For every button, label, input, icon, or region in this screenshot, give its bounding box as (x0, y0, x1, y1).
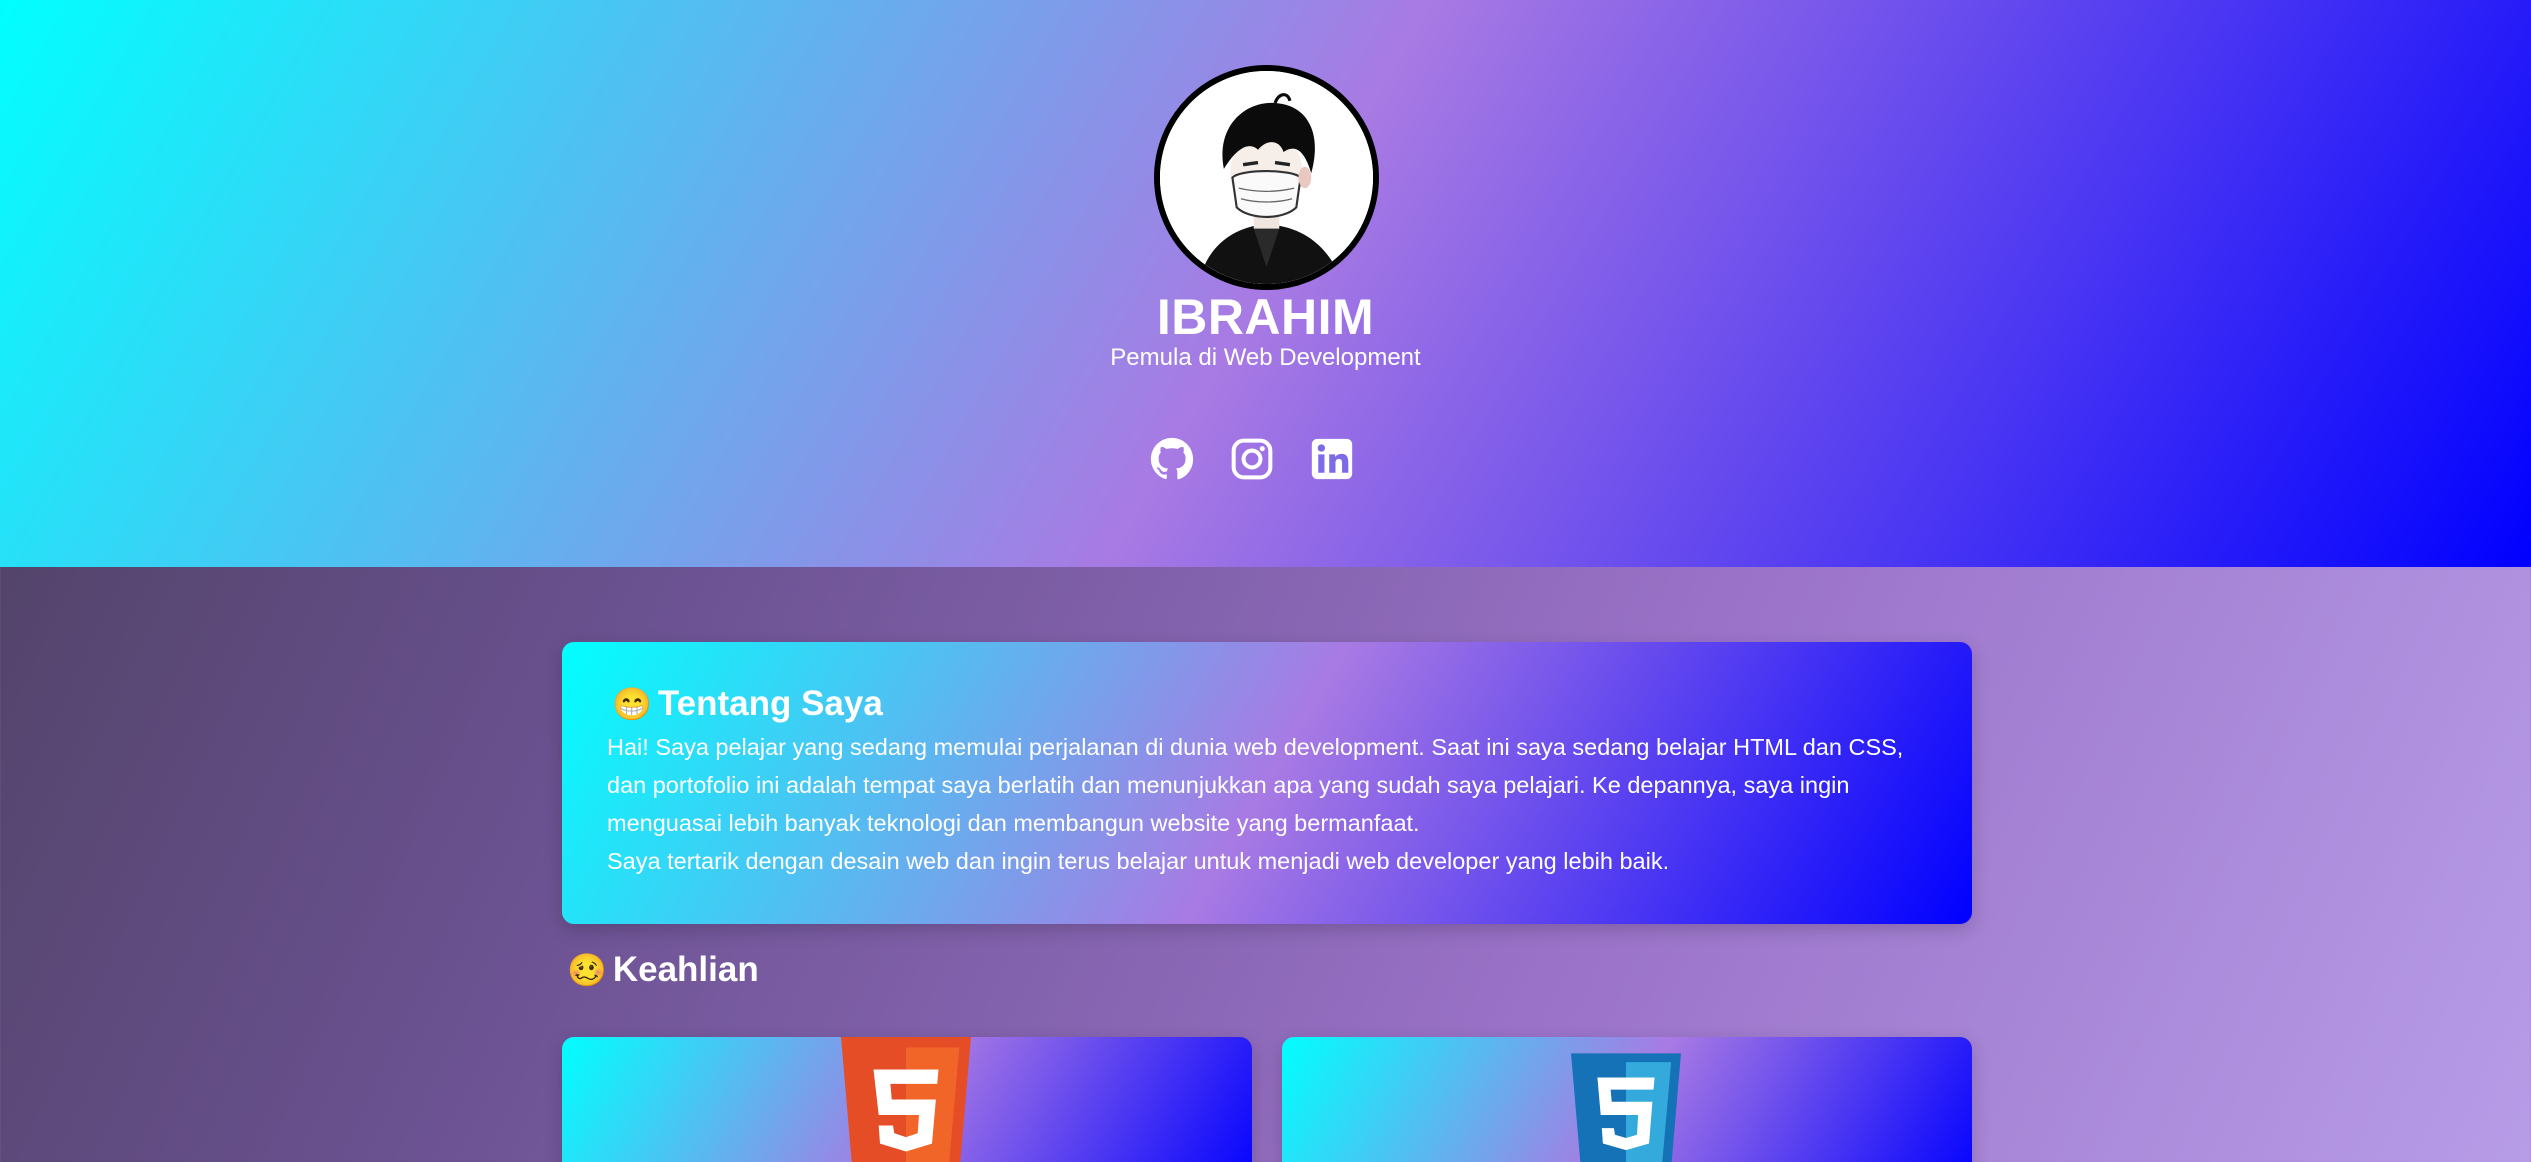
about-paragraph-1: Hai! Saya pelajar yang sedang memulai pe… (607, 734, 1904, 836)
about-card: 😁 Tentang Saya Hai! Saya pelajar yang se… (562, 642, 1972, 924)
skill-card-html (562, 1037, 1252, 1162)
about-title: Tentang Saya (657, 684, 883, 723)
about-text: Hai! Saya pelajar yang sedang memulai pe… (607, 728, 1937, 880)
skills-heading: 🥴 Keahlian (567, 950, 759, 990)
about-heading: 😁 Tentang Saya (612, 684, 883, 724)
grinning-emoji-icon: 😁 (612, 686, 652, 722)
woozy-emoji-icon: 🥴 (567, 952, 607, 988)
html5-icon (841, 1037, 971, 1162)
linkedin-icon[interactable] (1310, 437, 1354, 481)
about-paragraph-2: Saya tertarik dengan desain web dan ingi… (607, 848, 1670, 874)
profile-subtitle: Pemula di Web Development (1110, 344, 1421, 371)
github-icon[interactable] (1150, 437, 1194, 481)
instagram-icon[interactable] (1230, 437, 1274, 481)
profile-header: IBRAHIM Pemula di Web Development (0, 0, 2531, 567)
anime-avatar-icon (1154, 65, 1379, 290)
profile-name: IBRAHIM (1156, 289, 1375, 345)
css3-icon (1571, 1051, 1681, 1162)
social-links (1150, 435, 1390, 483)
skills-title: Keahlian (612, 950, 759, 989)
skill-card-css (1282, 1037, 1972, 1162)
